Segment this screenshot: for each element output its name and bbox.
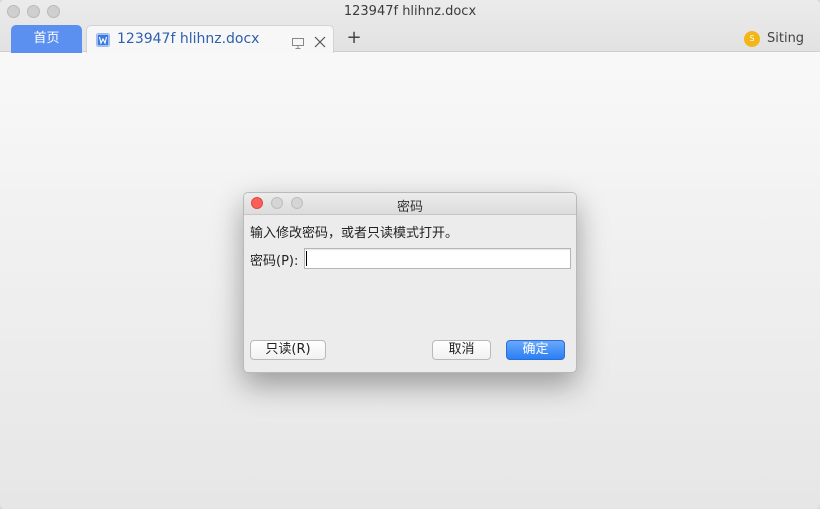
- new-tab-button[interactable]: +: [345, 27, 363, 49]
- cancel-button[interactable]: 取消: [432, 340, 491, 360]
- dialog-message: 输入修改密码，或者只读模式打开。: [250, 226, 459, 241]
- ok-button[interactable]: 确定: [506, 340, 565, 360]
- password-input[interactable]: [304, 248, 571, 269]
- close-icon[interactable]: [314, 33, 326, 52]
- tab-document[interactable]: 123947f hlihnz.docx: [86, 25, 334, 53]
- tab-home[interactable]: 首页: [11, 25, 82, 53]
- monitor-icon[interactable]: [292, 34, 304, 53]
- text-caret: [306, 251, 307, 266]
- password-dialog: 密码 输入修改密码，或者只读模式打开。 密码(P): 只读(R) 取消 确定: [243, 192, 577, 373]
- readonly-button[interactable]: 只读(R): [250, 340, 326, 360]
- user-name[interactable]: Siting: [767, 31, 804, 46]
- word-doc-icon: [96, 33, 110, 47]
- dialog-title-bar: 密码: [244, 193, 576, 215]
- password-label: 密码(P):: [250, 254, 299, 269]
- title-bar: 123947f hlihnz.docx 首页 123947f hlihnz.do…: [0, 0, 820, 53]
- avatar[interactable]: S: [744, 31, 760, 47]
- tab-document-label: 123947f hlihnz.docx: [117, 31, 260, 47]
- app-window: 123947f hlihnz.docx 首页 123947f hlihnz.do…: [0, 0, 820, 509]
- dialog-title: 密码: [396, 200, 423, 215]
- window-title: 123947f hlihnz.docx: [343, 4, 477, 19]
